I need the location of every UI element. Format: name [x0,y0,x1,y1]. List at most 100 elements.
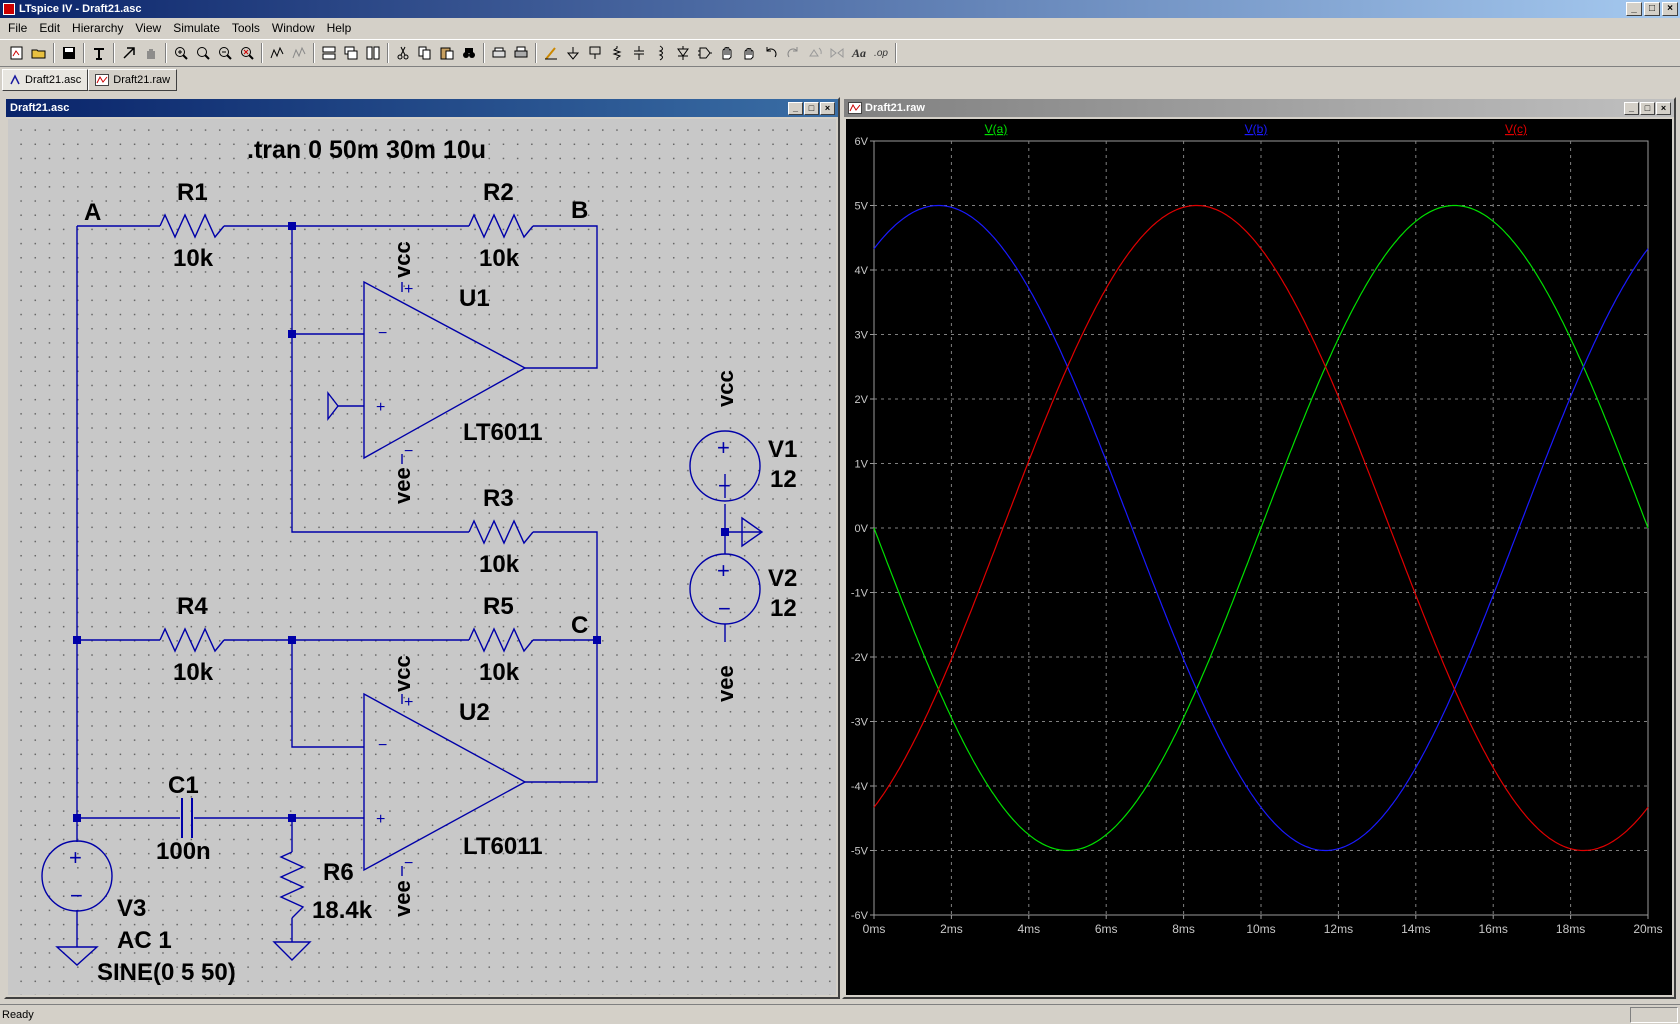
r3-value: 10k [479,551,520,578]
status-panel [1630,1007,1678,1023]
v1-minus: − [718,473,731,498]
control-panel-icon[interactable] [88,42,110,64]
v2-value: 12 [770,595,797,622]
v3-ac: AC 1 [117,927,172,954]
run-icon[interactable] [118,42,140,64]
print-setup-icon[interactable] [488,42,510,64]
r1-name: R1 [177,179,208,206]
menu-tools[interactable]: Tools [226,21,266,35]
drag-icon[interactable] [738,42,760,64]
menu-help[interactable]: Help [321,21,358,35]
spice-directive[interactable]: .tran 0 50m 30m 10u [247,136,486,164]
rotate-icon[interactable] [804,42,826,64]
close-button[interactable]: × [1662,2,1678,16]
schematic-window-title: Draft21.asc [10,102,70,114]
zoom-pan-icon[interactable] [192,42,214,64]
v2-name: V2 [768,565,797,592]
waveform-window-titlebar: Draft21.raw _ □ × [844,99,1674,117]
copy-icon[interactable] [414,42,436,64]
waveform-window: Draft21.raw _ □ × 6V 5V 4V 3V 2V 1V 0V -1V -2V -3… [842,97,1676,999]
u1-name: U1 [459,285,490,312]
mirror-icon[interactable] [826,42,848,64]
maximize-button[interactable]: □ [1644,2,1660,16]
menu-hierarchy[interactable]: Hierarchy [66,21,129,35]
schematic-canvas[interactable]: − + + − − + + − + − + − + − .tran 0 50m … [8,119,836,995]
diode-icon[interactable] [672,42,694,64]
x-tick-label: 16ms [1479,922,1508,936]
restore-button[interactable]: □ [1640,102,1655,115]
tile-vertical-icon[interactable] [362,42,384,64]
tile-horizontal-icon[interactable] [318,42,340,64]
y-tick-label: 5V [855,201,869,213]
y-tick-label: -2V [851,652,869,664]
cascade-icon[interactable] [340,42,362,64]
u1-model: LT6011 [463,419,543,446]
v2-minus: − [718,596,731,621]
cut-icon[interactable] [392,42,414,64]
node-b-label: B [571,197,588,224]
capacitor-c1 [181,798,193,838]
open-icon[interactable] [28,42,50,64]
zoom-in-icon[interactable] [170,42,192,64]
v3-plus: + [69,845,82,870]
ltspice-app-icon [3,3,15,15]
find-icon[interactable] [458,42,480,64]
x-tick-label: 2ms [940,922,963,936]
minimize-button[interactable]: _ [788,102,803,115]
menu-view[interactable]: View [129,21,167,35]
waveform-icon [848,102,862,114]
r3-name: R3 [483,485,514,512]
toolbar-separator [261,43,263,63]
schematic-drawing: − + + − − + + − + − + − + − .tran 0 50m … [41,136,797,986]
print-icon[interactable] [510,42,532,64]
c1-name: C1 [168,772,199,799]
y-tick-label: 1V [855,459,869,471]
x-tick-label: 18ms [1556,922,1585,936]
label-net-icon[interactable] [584,42,606,64]
paste-icon[interactable] [436,42,458,64]
menu-simulate[interactable]: Simulate [167,21,226,35]
zoom-out-icon[interactable] [214,42,236,64]
capacitor-icon[interactable] [628,42,650,64]
u2-vee-label: vee [390,880,415,917]
waveform-icon [95,74,110,86]
spice-directive-icon[interactable]: .op [870,42,892,64]
menu-window[interactable]: Window [266,21,321,35]
new-schematic-icon[interactable] [6,42,28,64]
document-tabs: Draft21.asc Draft21.raw [0,69,178,91]
move-icon[interactable] [716,42,738,64]
close-button[interactable]: × [1656,102,1671,115]
resistor-icon[interactable] [606,42,628,64]
menu-file[interactable]: File [2,21,33,35]
v1-vcc-label: vcc [713,370,738,407]
draw-wire-icon[interactable] [540,42,562,64]
y-tick-label: 2V [855,394,869,406]
r2-value: 10k [479,245,520,272]
ground-icon[interactable] [562,42,584,64]
tab-draft21-raw[interactable]: Draft21.raw [88,69,178,91]
tab-draft21-asc[interactable]: Draft21.asc [2,69,89,91]
tab-label: Draft21.asc [25,74,82,86]
schematic-icon [10,74,20,85]
y-tick-label: -4V [851,781,869,793]
undo-icon[interactable] [760,42,782,64]
toolbar-separator [483,43,485,63]
v1-value: 12 [770,466,797,493]
restore-button[interactable]: □ [804,102,819,115]
minimize-button[interactable]: _ [1624,102,1639,115]
waveform-plot[interactable]: 6V 5V 4V 3V 2V 1V 0V -1V -2V -3V -4V -5V -6V 0ms 2ms 4m… [846,119,1672,995]
autorange-icon[interactable] [266,42,288,64]
r1-value: 10k [173,245,214,272]
component-icon[interactable] [694,42,716,64]
menu-edit[interactable]: Edit [33,21,66,35]
close-button[interactable]: × [820,102,835,115]
halt-icon[interactable] [140,42,162,64]
inductor-icon[interactable] [650,42,672,64]
r5-value: 10k [479,659,520,686]
zoom-fit-icon[interactable] [236,42,258,64]
save-icon[interactable] [58,42,80,64]
minimize-button[interactable]: _ [1626,2,1642,16]
autorange-y-icon[interactable] [288,42,310,64]
text-icon[interactable]: Aa [848,42,870,64]
redo-icon[interactable] [782,42,804,64]
